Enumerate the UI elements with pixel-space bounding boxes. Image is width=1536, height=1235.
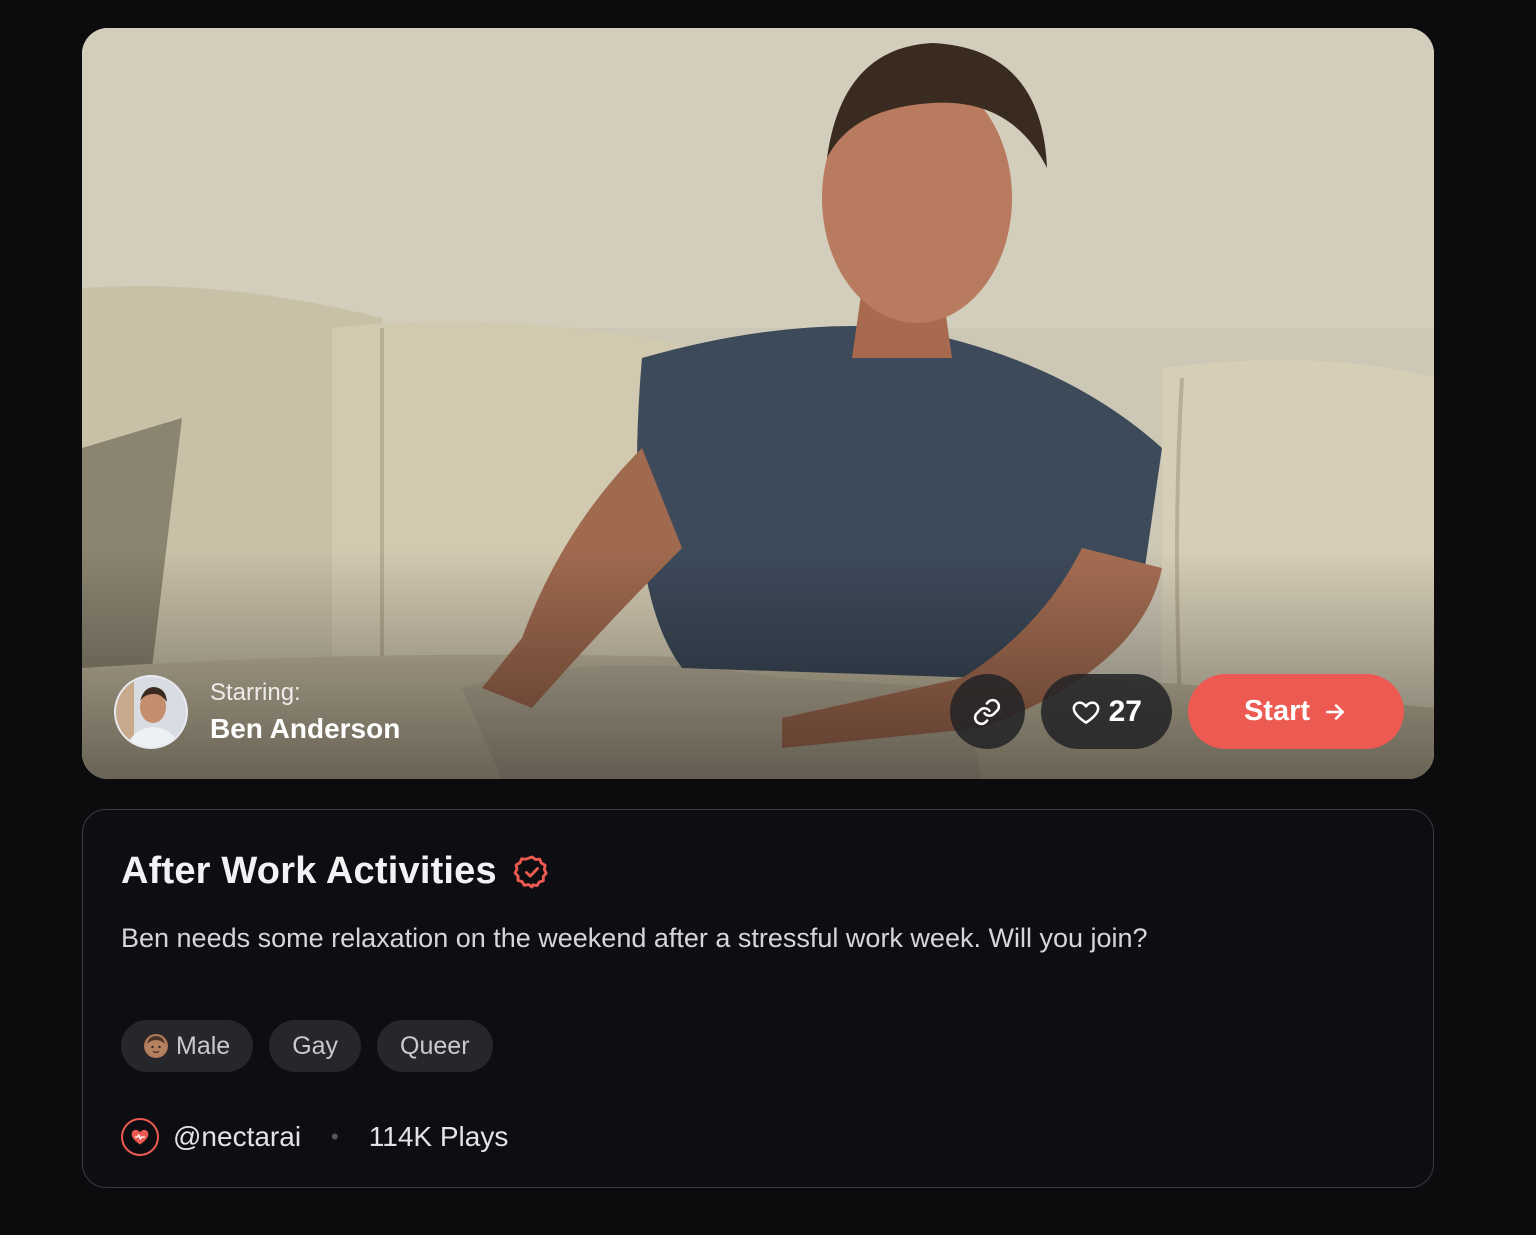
play-count: 114K Plays <box>368 1121 509 1152</box>
tag-list: Male Gay Queer <box>121 1020 1395 1072</box>
hero-actions: 27 Start <box>949 674 1404 749</box>
tag-gay[interactable]: Gay <box>269 1020 362 1072</box>
copy-link-button[interactable] <box>949 674 1025 749</box>
tag-label: Male <box>176 1031 231 1060</box>
tag-male[interactable]: Male <box>121 1020 254 1072</box>
tag-label: Queer <box>400 1031 470 1060</box>
scenario-hero-image: Starring: Ben Anderson 27 Start <box>82 28 1434 779</box>
creator-meta: @nectarai • 114K Plays <box>121 1118 1395 1156</box>
creator-handle[interactable]: @nectarai <box>173 1121 301 1153</box>
separator-dot: • <box>331 1124 339 1149</box>
starring-info: Starring: Ben Anderson <box>114 675 400 749</box>
scenario-title: After Work Activities <box>121 850 497 892</box>
arrow-right-icon <box>1326 703 1344 720</box>
nectar-heart-icon <box>121 1118 159 1156</box>
starring-label: Starring: <box>210 679 301 706</box>
verified-badge-icon <box>513 855 548 888</box>
character-name[interactable]: Ben Anderson <box>210 713 400 745</box>
heart-icon <box>1072 700 1099 724</box>
character-avatar[interactable] <box>114 675 188 749</box>
link-icon <box>974 698 1001 725</box>
tag-queer[interactable]: Queer <box>377 1020 493 1072</box>
like-button[interactable]: 27 <box>1040 674 1172 749</box>
start-button[interactable]: Start <box>1188 674 1404 749</box>
man-emoji-icon <box>144 1034 168 1058</box>
tag-label: Gay <box>292 1031 339 1060</box>
start-label: Start <box>1243 695 1311 727</box>
scenario-info-card: After Work Activities Ben needs some rel… <box>82 809 1434 1188</box>
like-count: 27 <box>1108 694 1142 728</box>
scenario-description: Ben needs some relaxation on the weekend… <box>121 923 1148 953</box>
